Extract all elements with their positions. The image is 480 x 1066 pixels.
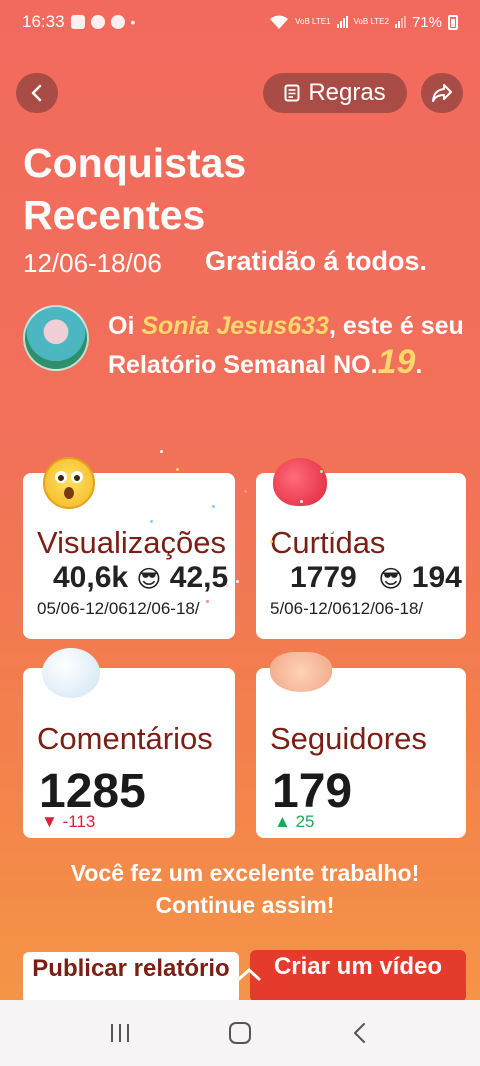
- followers-delta: ▲ 25: [274, 812, 314, 832]
- status-bar: 16:33 • VoB LTE1 VoB LTE2 71%: [0, 0, 480, 44]
- views-date-ranges: 05/06-12/0612/06-18/: [37, 599, 200, 619]
- followers-card[interactable]: Seguidores 179 ▲ 25: [256, 668, 466, 838]
- home-icon: [229, 1022, 251, 1044]
- greeting-username: Sonia Jesus633: [141, 312, 329, 340]
- message-line1: Você fez um excelente trabalho!: [70, 860, 420, 886]
- document-icon: [284, 84, 300, 102]
- likes-current-range: 12/06-18/: [351, 599, 424, 618]
- rules-button[interactable]: Regras: [263, 73, 407, 113]
- gratitude-text: Gratidão á todos.: [205, 246, 428, 276]
- create-video-button[interactable]: Criar um vídeo: [250, 950, 466, 1002]
- followers-label: Seguidores: [270, 721, 427, 756]
- network2-label: VoB LTE2: [353, 17, 389, 26]
- comments-value: 1285: [39, 765, 146, 818]
- likes-current-value: 194: [411, 561, 462, 594]
- chevron-up-icon[interactable]: [234, 964, 264, 984]
- battery-icon: [448, 14, 458, 30]
- status-time: 16:33: [22, 12, 65, 31]
- rules-label: Regras: [308, 79, 386, 106]
- chrome-notification-icon: [110, 15, 125, 29]
- surprised-face-icon: [43, 457, 95, 509]
- likes-previous-range: 5/06-12/06: [270, 599, 352, 618]
- back-button[interactable]: [16, 73, 58, 113]
- likes-label: Curtidas: [270, 525, 386, 560]
- battery-percent: 71%: [411, 13, 442, 31]
- greeting-prefix: Oi: [108, 312, 135, 340]
- avatar[interactable]: [23, 305, 89, 371]
- speech-bubble-icon: [42, 648, 100, 698]
- greeting-text: Oi Sonia Jesus633, este é seu Relatório …: [108, 308, 468, 383]
- page-title: Conquistas Recentes: [23, 140, 247, 238]
- network1-label: VoB LTE1: [295, 17, 331, 26]
- comments-delta-value: -113: [62, 812, 96, 831]
- sunglasses-emoji-icon: 😎: [136, 566, 162, 593]
- signal2-icon: [394, 16, 406, 28]
- comments-label: Comentários: [37, 721, 213, 756]
- likes-previous-value: 1779: [290, 561, 357, 594]
- followers-value: 179: [272, 765, 353, 818]
- back-chevron-icon: [354, 1023, 365, 1043]
- triangle-up-icon: ▲: [274, 812, 291, 831]
- views-current-value: 42,5: [169, 561, 229, 594]
- followers-delta-value: 25: [295, 812, 315, 831]
- views-values: 40,6k 😎 42,5: [53, 561, 228, 595]
- encouragement-message: Você fez um excelente trabalho! Continue…: [0, 857, 480, 921]
- whatsapp-notification-icon: [90, 15, 105, 29]
- week-number: 19: [377, 343, 416, 381]
- heart-icon: [273, 458, 327, 506]
- date-range: 12/06-18/06: [23, 248, 162, 278]
- recent-apps-icon: [111, 1024, 129, 1042]
- signal1-icon: [336, 16, 348, 28]
- recent-apps-button[interactable]: [100, 1013, 140, 1053]
- share-button[interactable]: [421, 73, 463, 113]
- chevron-left-icon: [31, 84, 42, 102]
- publish-report-button[interactable]: Publicar relatório: [23, 952, 239, 1004]
- more-notifications-dot: •: [130, 14, 136, 30]
- home-button[interactable]: [220, 1013, 260, 1053]
- views-previous-value: 40,6k: [53, 561, 129, 594]
- views-previous-range: 05/06-12/06: [37, 599, 128, 618]
- handshake-icon: [270, 652, 332, 692]
- share-icon: [432, 84, 452, 102]
- views-label: Visualizações: [37, 525, 226, 560]
- comments-delta: ▼ -113: [41, 812, 95, 832]
- triangle-down-icon: ▼: [41, 812, 58, 831]
- wifi-icon: [270, 15, 289, 29]
- likes-date-ranges: 5/06-12/0612/06-18/: [270, 599, 423, 619]
- message-line2: Continue assim!: [155, 892, 335, 918]
- gallery-notification-icon: [70, 15, 85, 29]
- likes-values: 1779 😎 194: [290, 561, 462, 595]
- system-navigation-bar: [0, 1000, 480, 1066]
- sunglasses-emoji-icon: 😎: [365, 566, 404, 593]
- system-back-button[interactable]: [340, 1013, 380, 1053]
- greeting-suffix: .: [415, 351, 423, 379]
- views-current-range: 12/06-18/: [127, 599, 200, 618]
